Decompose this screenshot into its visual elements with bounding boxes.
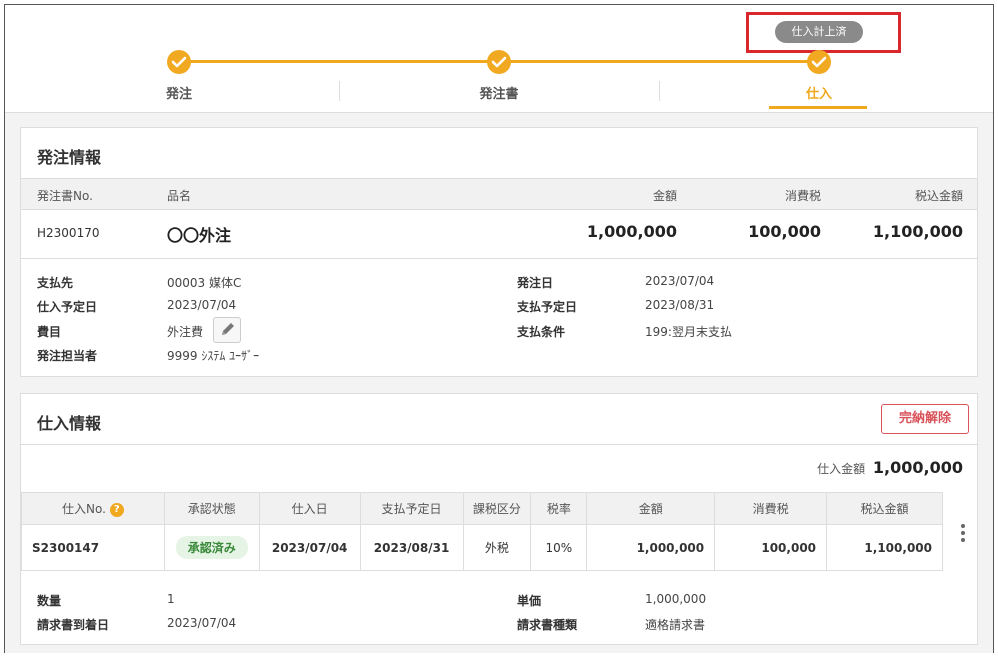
- tax-cell: 100,000: [714, 524, 828, 571]
- order-info-title: 発注情報: [37, 148, 102, 167]
- col-item: 品名: [167, 189, 192, 203]
- tax-class-cell: 外税: [462, 524, 532, 571]
- purchase-total-label: 仕入金額: [817, 462, 866, 476]
- detail-value: 199:翌月末支払: [645, 325, 732, 339]
- detail-label: 数量: [37, 594, 62, 608]
- detail-label: 請求書到着日: [37, 618, 110, 632]
- col-purchase-date: 仕入日: [258, 492, 361, 525]
- detail-label: 支払先: [37, 276, 74, 290]
- purchase-no-cell: S2300147: [21, 524, 165, 571]
- total-value: 1,100,000: [872, 222, 963, 241]
- detail-label: 発注日: [517, 276, 554, 290]
- detail-label: 発注担当者: [37, 349, 98, 363]
- divider: [21, 258, 977, 259]
- purchase-info-card: 仕入情報 完納解除 仕入金額 1,000,000 仕入No. ? 承認状態 仕入…: [20, 393, 978, 645]
- col-tax: 消費税: [784, 189, 821, 203]
- detail-value: 適格請求書: [645, 618, 706, 632]
- purchase-total-value: 1,000,000: [872, 458, 963, 477]
- edit-expense-button[interactable]: [213, 317, 241, 343]
- step-2-check-icon: [487, 50, 511, 74]
- col-tax: 消費税: [714, 492, 828, 525]
- total-cell: 1,100,000: [826, 524, 943, 571]
- active-step-underline: [769, 106, 867, 109]
- detail-label: 費目: [37, 325, 62, 339]
- approved-badge: 承認済み: [175, 536, 248, 559]
- detail-value: 2023/07/04: [645, 274, 715, 288]
- detail-value: 00003 媒体C: [167, 276, 242, 290]
- tax-value: 100,000: [748, 222, 821, 241]
- page-frame: 仕入計上済 発注 発注書 仕入 発注情報 発注書No. 品名 金額 消費税 税込…: [4, 4, 994, 653]
- more-actions-icon[interactable]: [956, 522, 970, 546]
- detail-value: 外注費: [167, 325, 204, 339]
- col-payment-date: 支払予定日: [359, 492, 464, 525]
- detail-label: 単価: [517, 594, 542, 608]
- col-tax-class: 課税区分: [462, 492, 532, 525]
- step-order-document[interactable]: 発注書: [459, 83, 539, 102]
- payment-date-cell: 2023/08/31: [359, 524, 464, 571]
- step-order[interactable]: 発注: [139, 83, 219, 102]
- detail-value: 2023/07/04: [167, 616, 237, 630]
- col-total: 税込金額: [826, 492, 943, 525]
- col-amount: 金額: [652, 189, 677, 203]
- detail-label: 支払予定日: [517, 300, 578, 314]
- col-total: 税込金額: [914, 189, 963, 203]
- detail-value: 2023/08/31: [645, 298, 715, 312]
- col-order-no: 発注書No.: [37, 189, 93, 203]
- purchase-info-title: 仕入情報: [37, 414, 102, 433]
- detail-label: 支払条件: [517, 325, 566, 339]
- table-header-row: 仕入No. ? 承認状態 仕入日 支払予定日 課税区分 税率 金額 消費税 税込…: [21, 492, 943, 525]
- tax-rate-cell: 10%: [530, 524, 588, 571]
- col-purchase-no: 仕入No. ?: [21, 492, 165, 525]
- step-1-check-icon: [167, 50, 191, 74]
- step-divider: [339, 81, 340, 101]
- progress-stepper: 仕入計上済 発注 発注書 仕入: [5, 5, 993, 113]
- table-row[interactable]: S2300147 承認済み 2023/07/04 2023/08/31 外税 1…: [21, 524, 943, 571]
- step-purchase[interactable]: 仕入: [779, 83, 859, 102]
- detail-value: 9999 ｼｽﾃﾑ ﾕｰｻﾞｰ: [167, 349, 260, 363]
- detail-label: 請求書種類: [517, 618, 578, 632]
- detail-label: 仕入予定日: [37, 300, 98, 314]
- detail-value: 2023/07/04: [167, 298, 237, 312]
- status-badge: 仕入計上済: [775, 21, 863, 43]
- approval-status-cell: 承認済み: [163, 524, 260, 571]
- order-info-card: 発注情報 発注書No. 品名 金額 消費税 税込金額 H2300170 〇〇外注…: [20, 127, 978, 377]
- amount-cell: 1,000,000: [586, 524, 716, 571]
- purchase-table: 仕入No. ? 承認状態 仕入日 支払予定日 課税区分 税率 金額 消費税 税込…: [21, 492, 943, 571]
- amount-value: 1,000,000: [586, 222, 677, 241]
- purchase-date-cell: 2023/07/04: [258, 524, 361, 571]
- divider: [21, 444, 977, 445]
- step-divider: [659, 81, 660, 101]
- pencil-icon: [222, 323, 234, 335]
- item-name-value: 〇〇外注: [167, 226, 232, 245]
- release-completion-button[interactable]: 完納解除: [881, 404, 969, 434]
- order-no-value: H2300170: [37, 226, 100, 240]
- col-approval-status: 承認状態: [163, 492, 260, 525]
- order-header-row: 発注書No. 品名 金額 消費税 税込金額: [21, 178, 977, 210]
- detail-value: 1,000,000: [645, 592, 707, 606]
- purchase-total: 仕入金額 1,000,000: [817, 458, 963, 477]
- detail-value: 1: [167, 592, 175, 606]
- help-icon[interactable]: ?: [109, 502, 124, 517]
- step-3-check-icon: [807, 50, 831, 74]
- col-tax-rate: 税率: [530, 492, 588, 525]
- col-amount: 金額: [586, 492, 716, 525]
